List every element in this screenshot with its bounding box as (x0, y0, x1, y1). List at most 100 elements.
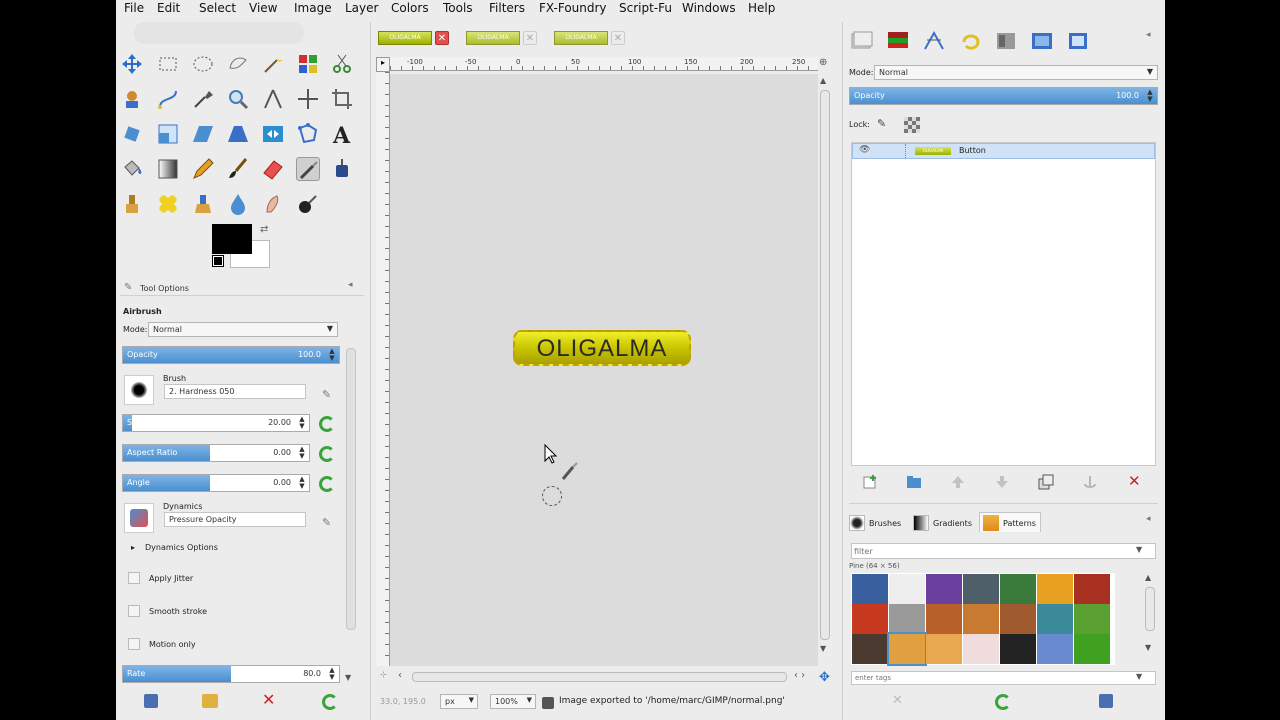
shear-tool-icon[interactable] (191, 122, 215, 146)
layers-list[interactable]: 👁 OLIGALMA Button (851, 142, 1156, 466)
anchor-layer-icon[interactable] (1082, 474, 1098, 490)
pattern-swatch[interactable] (926, 634, 962, 664)
paintbrush-icon[interactable] (226, 157, 250, 181)
rotate-tool-icon[interactable] (120, 122, 144, 146)
raise-layer-icon[interactable] (950, 474, 966, 490)
menu-layer[interactable]: Layer (345, 1, 378, 15)
image-tab-3[interactable]: OLIGALMA (554, 31, 608, 45)
pattern-swatch[interactable] (1037, 574, 1073, 604)
menu-edit[interactable]: Edit (157, 1, 180, 15)
colormap-dock-tab[interactable] (994, 30, 1018, 52)
layer-opacity-spin-icon[interactable]: ▲ ▼ (1145, 89, 1155, 103)
close-tab-3-icon[interactable]: ✕ (611, 31, 625, 45)
patterns-grid[interactable] (851, 573, 1115, 666)
edit-dynamics-icon[interactable]: ✎ (322, 516, 331, 529)
vertical-ruler[interactable] (376, 72, 390, 666)
cage-transform-icon[interactable] (296, 122, 320, 146)
blend-tool-icon[interactable] (156, 157, 180, 181)
foreground-color-swatch[interactable] (212, 224, 252, 254)
horizontal-scroll-thumb[interactable] (412, 672, 787, 682)
undo-history-dock-tab[interactable] (958, 30, 982, 52)
zoom-select[interactable]: 100% ▼ (490, 694, 536, 709)
perspective-tool-icon[interactable] (226, 122, 250, 146)
save-options-icon[interactable] (144, 694, 158, 708)
horizontal-ruler[interactable]: -100 -50 0 50 100 150 200 250 (390, 57, 818, 71)
rate-slider[interactable]: Rate 80.0 ▲ ▼ (122, 665, 340, 683)
smooth-stroke-checkbox[interactable] (128, 605, 140, 617)
chevron-down-icon[interactable]: ▼ (1136, 672, 1142, 681)
pattern-swatch[interactable] (1074, 604, 1110, 634)
reset-size-icon[interactable] (319, 416, 335, 432)
pattern-swatch[interactable] (852, 634, 888, 664)
pattern-swatch[interactable] (1037, 634, 1073, 664)
ink-tool-icon[interactable] (330, 157, 354, 181)
delete-pattern-icon[interactable]: ✕ (892, 693, 903, 708)
paths-tool-icon[interactable] (156, 87, 180, 111)
pattern-swatch[interactable] (1074, 634, 1110, 664)
open-pattern-as-image-icon[interactable] (1099, 694, 1113, 708)
flip-tool-icon[interactable] (261, 122, 285, 146)
aspect-spin-icon[interactable]: ▲ ▼ (297, 446, 307, 460)
navigation-cross-icon[interactable]: ✥ (819, 670, 830, 685)
quick-mask-toggle-icon[interactable]: ▸ (376, 57, 390, 72)
brush-name-field[interactable]: 2. Hardness 050 (164, 384, 306, 399)
dock-menu-icon[interactable]: ◂ (1146, 30, 1151, 40)
crop-tool-icon[interactable] (330, 87, 354, 111)
chain-link-icon[interactable] (905, 144, 906, 158)
scroll-down-icon[interactable]: ▼ (345, 673, 351, 682)
eye-icon[interactable]: 👁 (859, 145, 870, 155)
pattern-swatch[interactable] (963, 604, 999, 634)
opacity-spin-icon[interactable]: ▲ ▼ (327, 348, 337, 362)
menu-filters[interactable]: Filters (489, 1, 525, 15)
dynamics-name-field[interactable]: Pressure Opacity (164, 512, 306, 527)
image-canvas[interactable] (390, 74, 818, 666)
pattern-swatch[interactable] (1074, 574, 1110, 604)
layer-name[interactable]: Button (959, 146, 986, 155)
duplicate-layer-icon[interactable] (1038, 474, 1054, 490)
pattern-swatch[interactable] (852, 574, 888, 604)
pattern-swatch[interactable] (1000, 574, 1036, 604)
ellipse-select-icon[interactable] (191, 52, 215, 76)
lock-alpha-icon[interactable] (904, 117, 920, 133)
scroll-down-icon[interactable]: ▼ (1145, 643, 1151, 652)
scroll-right-icon[interactable]: ‹ › (794, 670, 805, 681)
layers-mode-select[interactable]: Normal ▼ (874, 65, 1158, 80)
image-tab-1[interactable]: OLIGALMA (378, 31, 432, 45)
paths-dock-tab[interactable] (922, 30, 946, 52)
tags-input[interactable] (851, 671, 1156, 685)
menu-tools[interactable]: Tools (443, 1, 473, 15)
color-picker-icon[interactable] (191, 87, 215, 111)
new-layer-group-icon[interactable] (906, 474, 922, 490)
scroll-down-icon[interactable]: ▼ (820, 644, 826, 653)
text-tool-icon[interactable]: A (330, 122, 354, 149)
brushes-tab[interactable]: Brushes (849, 514, 907, 532)
rate-spin-icon[interactable]: ▲ ▼ (327, 667, 337, 681)
patterns-scroll-thumb[interactable] (1145, 587, 1155, 631)
pattern-swatch[interactable] (1000, 604, 1036, 634)
menu-file[interactable]: File (124, 1, 144, 15)
aspect-ratio-slider[interactable]: Aspect Ratio 0.00 ▲ ▼ (122, 444, 310, 462)
size-spin-icon[interactable]: ▲ ▼ (297, 416, 307, 430)
menu-select[interactable]: Select (199, 1, 236, 15)
brush-preview[interactable] (124, 375, 154, 405)
lock-pixels-icon[interactable]: ✎ (877, 117, 893, 133)
menu-view[interactable]: View (249, 1, 277, 15)
navigate-icon[interactable]: ⊹ (380, 670, 387, 679)
size-slider[interactable]: Size 20.00 ▲ ▼ (122, 414, 310, 432)
gradients-tab[interactable]: Gradients (913, 514, 977, 532)
zoom-image-icon[interactable]: ⊕ (819, 57, 833, 72)
menu-fx-foundry[interactable]: FX-Foundry (539, 1, 607, 15)
heal-tool-icon[interactable] (156, 192, 180, 216)
pattern-swatch[interactable] (887, 632, 927, 666)
bucket-fill-icon[interactable] (120, 157, 144, 181)
eraser-icon[interactable] (261, 157, 285, 181)
zoom-icon[interactable] (226, 87, 250, 111)
horizontal-scrollbar[interactable]: ‹ ‹ › (398, 670, 818, 684)
scroll-left-icon[interactable]: ‹ (398, 670, 402, 681)
close-tab-2-icon[interactable]: ✕ (523, 31, 537, 45)
pattern-swatch[interactable] (926, 604, 962, 634)
scissors-select-icon[interactable] (330, 52, 354, 76)
new-layer-icon[interactable] (862, 474, 878, 490)
images-dock-tab[interactable] (1030, 30, 1054, 52)
move-tool-icon[interactable] (120, 52, 144, 76)
